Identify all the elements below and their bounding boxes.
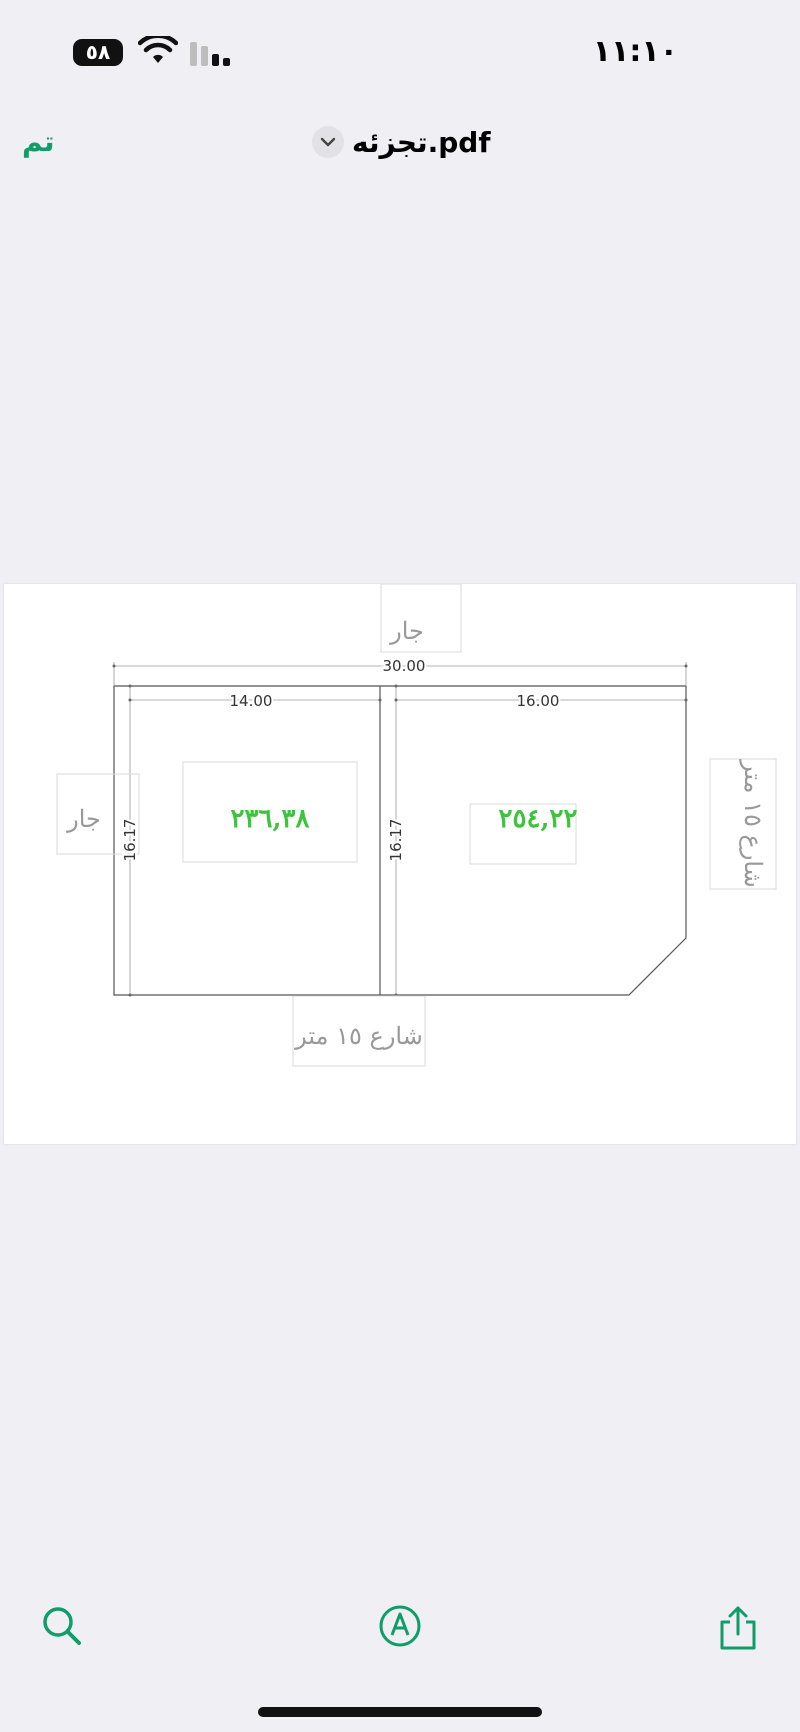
left-lot-width-label: 14.00	[230, 692, 273, 710]
status-time: ١١:١٠	[592, 34, 678, 69]
plot-drawing: 30.00 14.00 16.00 16.17 16.17 جار جار شا…	[56, 584, 777, 1067]
bottom-street-label: شارع ١٥ متر	[294, 1022, 423, 1050]
left-lot-depth-label: 16.17	[121, 819, 139, 862]
total-width-label: 30.00	[383, 657, 426, 675]
status-bar: ٥٨ ١١:١٠	[0, 0, 800, 100]
share-icon	[720, 1606, 756, 1650]
right-lot-depth-label: 16.17	[387, 819, 405, 862]
document-title: تجزئه.pdf	[352, 125, 491, 159]
wifi-icon	[138, 36, 178, 63]
right-street-label: شارع ١٥ متر	[739, 759, 767, 888]
navigation-bar: تم تجزئه.pdf	[0, 110, 800, 170]
bottom-toolbar	[0, 1590, 800, 1670]
share-button[interactable]	[716, 1604, 760, 1650]
search-button[interactable]	[40, 1604, 84, 1648]
right-lot-width-label: 16.00	[517, 692, 560, 710]
right-lot-area: ٢٥٤,٢٢	[499, 804, 578, 834]
left-neighbor-label: جار	[66, 805, 101, 833]
chevron-down-icon[interactable]	[312, 126, 344, 158]
markup-pen-icon	[379, 1605, 421, 1647]
title-menu[interactable]: تجزئه.pdf	[312, 124, 491, 160]
home-indicator[interactable]	[258, 1707, 542, 1717]
left-lot-area: ٢٣٦,٣٨	[231, 804, 310, 834]
cellular-signal-icon	[190, 42, 230, 66]
pdf-page: 30.00 14.00 16.00 16.17 16.17 جار جار شا…	[4, 584, 796, 1144]
top-neighbor-label: جار	[389, 617, 424, 645]
markup-button[interactable]	[378, 1604, 422, 1648]
done-button[interactable]: تم	[22, 125, 54, 158]
search-icon	[43, 1607, 81, 1645]
battery-indicator: ٥٨	[73, 39, 123, 66]
